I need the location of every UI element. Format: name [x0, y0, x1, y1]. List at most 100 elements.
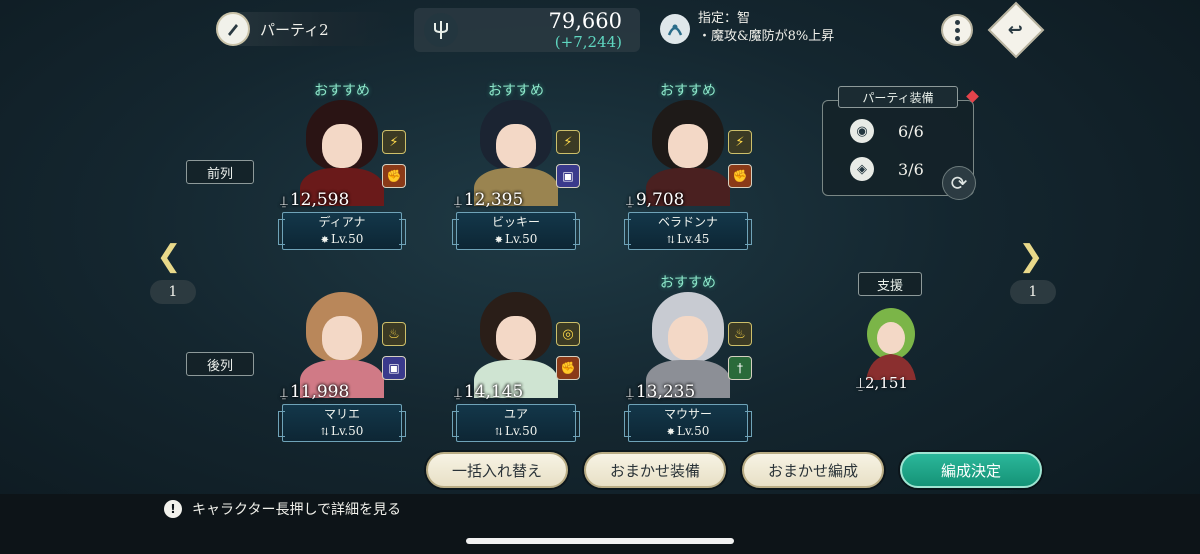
- character-card[interactable]: おすすめ ♨ † ⍊ 13,235 マウサー ✸ Lv.50: [618, 272, 758, 442]
- character-power-value: 14,145: [463, 382, 524, 402]
- party-name: パーティ2: [260, 20, 329, 39]
- element-icon: ⚡: [556, 130, 580, 154]
- support-label: 支援: [858, 272, 922, 296]
- character-level: Lv.50: [504, 424, 538, 438]
- character-nameplate: ディアナ ✸ Lv.50: [278, 212, 406, 250]
- character-nameplate: ユア ⇅ Lv.50: [452, 404, 580, 442]
- character-card[interactable]: おすすめ ⚡ ▣ ⍊ 12,395 ビッキー ✸ Lv.50: [446, 80, 586, 250]
- character-card[interactable]: おすすめ ⚡ ✊ ⍊ 12,598 ディアナ ✸ Lv.50: [272, 80, 412, 250]
- power-icon: ⍊: [454, 386, 462, 401]
- element-icon: ◎: [556, 322, 580, 346]
- power-icon: ⍊: [280, 194, 288, 209]
- weapon-type-icon: ✊: [382, 164, 406, 188]
- weapon-type-icon: ✊: [556, 356, 580, 380]
- character-nameplate: ビッキー ✸ Lv.50: [452, 212, 580, 250]
- character-name: マリエ: [323, 407, 360, 421]
- character-level: Lv.50: [330, 232, 364, 246]
- weapon-type-icon: ✊: [728, 164, 752, 188]
- prev-page-number: 1: [150, 280, 196, 304]
- support-character-portrait[interactable]: [856, 304, 926, 380]
- party-bonus-text: 指定：智 ・魔攻&魔防が8%上昇: [698, 10, 834, 46]
- relic-count: 3/6: [898, 159, 924, 179]
- character-nameplate: マリエ ⇅ Lv.50: [278, 404, 406, 442]
- equipment-row-relic: ◈ 3/6: [850, 156, 940, 182]
- relic-icon: ◈: [850, 157, 874, 181]
- rarity-icon: ✸: [320, 235, 329, 246]
- accessory-icon: ◉: [850, 119, 874, 143]
- party-equipment-title: パーティ装備: [838, 86, 958, 108]
- bonus-designation: 指定：智: [698, 11, 751, 26]
- back-button[interactable]: ↩: [987, 1, 1045, 59]
- total-power-panel: 79,660 (+7,244): [414, 8, 640, 52]
- power-diff-value: (+7,244): [554, 33, 622, 51]
- intelligence-bonus-icon: [660, 14, 690, 44]
- party-name-pill[interactable]: パーティ2: [216, 12, 398, 46]
- next-party-arrow-icon[interactable]: ❯: [1016, 240, 1046, 274]
- character-level: Lv.50: [676, 424, 710, 438]
- auto-formation-button[interactable]: おまかせ編成: [742, 452, 884, 488]
- character-name: マウサー: [663, 407, 712, 421]
- back-row-label: 後列: [186, 352, 254, 376]
- dot-icon: [954, 27, 960, 33]
- confirm-formation-button[interactable]: 編成決定: [900, 452, 1042, 488]
- swap-all-button[interactable]: 一括入れ替え: [426, 452, 568, 488]
- power-icon: ⍊: [626, 194, 634, 209]
- character-level: Lv.45: [676, 232, 710, 246]
- info-icon: !: [164, 500, 182, 518]
- weapon-type-icon: †: [728, 356, 752, 380]
- character-power-value: 9,708: [635, 190, 685, 210]
- refresh-equipment-button[interactable]: ⟳: [942, 166, 976, 200]
- rarity-icon: ✸: [666, 427, 675, 438]
- character-power: ⍊ 11,998: [280, 382, 349, 402]
- dot-icon: [954, 35, 960, 41]
- prev-party-arrow-icon[interactable]: ❮: [154, 240, 184, 274]
- long-press-hint: キャラクター長押しで詳細を見る: [192, 502, 402, 518]
- return-arrow-icon: ↩: [1008, 19, 1024, 41]
- character-card[interactable]: ◎ ✊ ⍊ 14,145 ユア ⇅ Lv.50: [446, 272, 586, 442]
- edit-pen-icon[interactable]: [216, 12, 250, 46]
- rarity-icon: ⇅: [320, 427, 329, 438]
- character-power-value: 13,235: [635, 382, 696, 402]
- more-menu-button[interactable]: [941, 14, 973, 46]
- power-icon: ⍊: [454, 194, 462, 209]
- character-power: ⍊ 14,145: [454, 382, 523, 402]
- rarity-icon: ⇅: [494, 427, 503, 438]
- rarity-icon: ⇅: [666, 235, 675, 246]
- character-card[interactable]: ♨ ▣ ⍊ 11,998 マリエ ⇅ Lv.50: [272, 272, 412, 442]
- trident-emblem-icon: [424, 13, 458, 47]
- character-name: ディアナ: [318, 215, 366, 229]
- character-name: ベラドンナ: [657, 215, 718, 229]
- dot-icon: [954, 19, 960, 25]
- equipment-row-accessory: ◉ 6/6: [850, 118, 940, 144]
- character-power: ⍊ 13,235: [626, 382, 695, 402]
- auto-equip-button[interactable]: おまかせ装備: [584, 452, 726, 488]
- support-power: ⍊2,151: [856, 374, 908, 392]
- bonus-effect: ・魔攻&魔防が8%上昇: [698, 29, 835, 44]
- home-indicator[interactable]: [466, 538, 734, 544]
- character-nameplate: ベラドンナ ⇅ Lv.45: [624, 212, 752, 250]
- character-power-value: 11,998: [289, 382, 350, 402]
- element-icon: ⚡: [728, 130, 752, 154]
- accessory-count: 6/6: [898, 121, 924, 141]
- character-name: ユア: [503, 407, 528, 421]
- character-power: ⍊ 9,708: [626, 190, 684, 210]
- character-power-value: 12,395: [463, 190, 524, 210]
- character-name: ビッキー: [491, 215, 540, 229]
- power-icon: ⍊: [856, 374, 866, 392]
- footer-hint-bar: ! キャラクター長押しで詳細を見る: [0, 494, 1200, 554]
- element-icon: ♨: [382, 322, 406, 346]
- character-level: Lv.50: [330, 424, 364, 438]
- next-page-number: 1: [1010, 280, 1056, 304]
- rarity-icon: ✸: [494, 235, 503, 246]
- character-nameplate: マウサー ✸ Lv.50: [624, 404, 752, 442]
- character-power: ⍊ 12,395: [454, 190, 523, 210]
- character-card[interactable]: おすすめ ⚡ ✊ ⍊ 9,708 ベラドンナ ⇅ Lv.45: [618, 80, 758, 250]
- weapon-type-icon: ▣: [382, 356, 406, 380]
- total-power-value: 79,660: [548, 9, 622, 33]
- character-level: Lv.50: [504, 232, 538, 246]
- element-icon: ♨: [728, 322, 752, 346]
- element-icon: ⚡: [382, 130, 406, 154]
- character-power-value: 12,598: [289, 190, 350, 210]
- power-icon: ⍊: [626, 386, 634, 401]
- front-row-label: 前列: [186, 160, 254, 184]
